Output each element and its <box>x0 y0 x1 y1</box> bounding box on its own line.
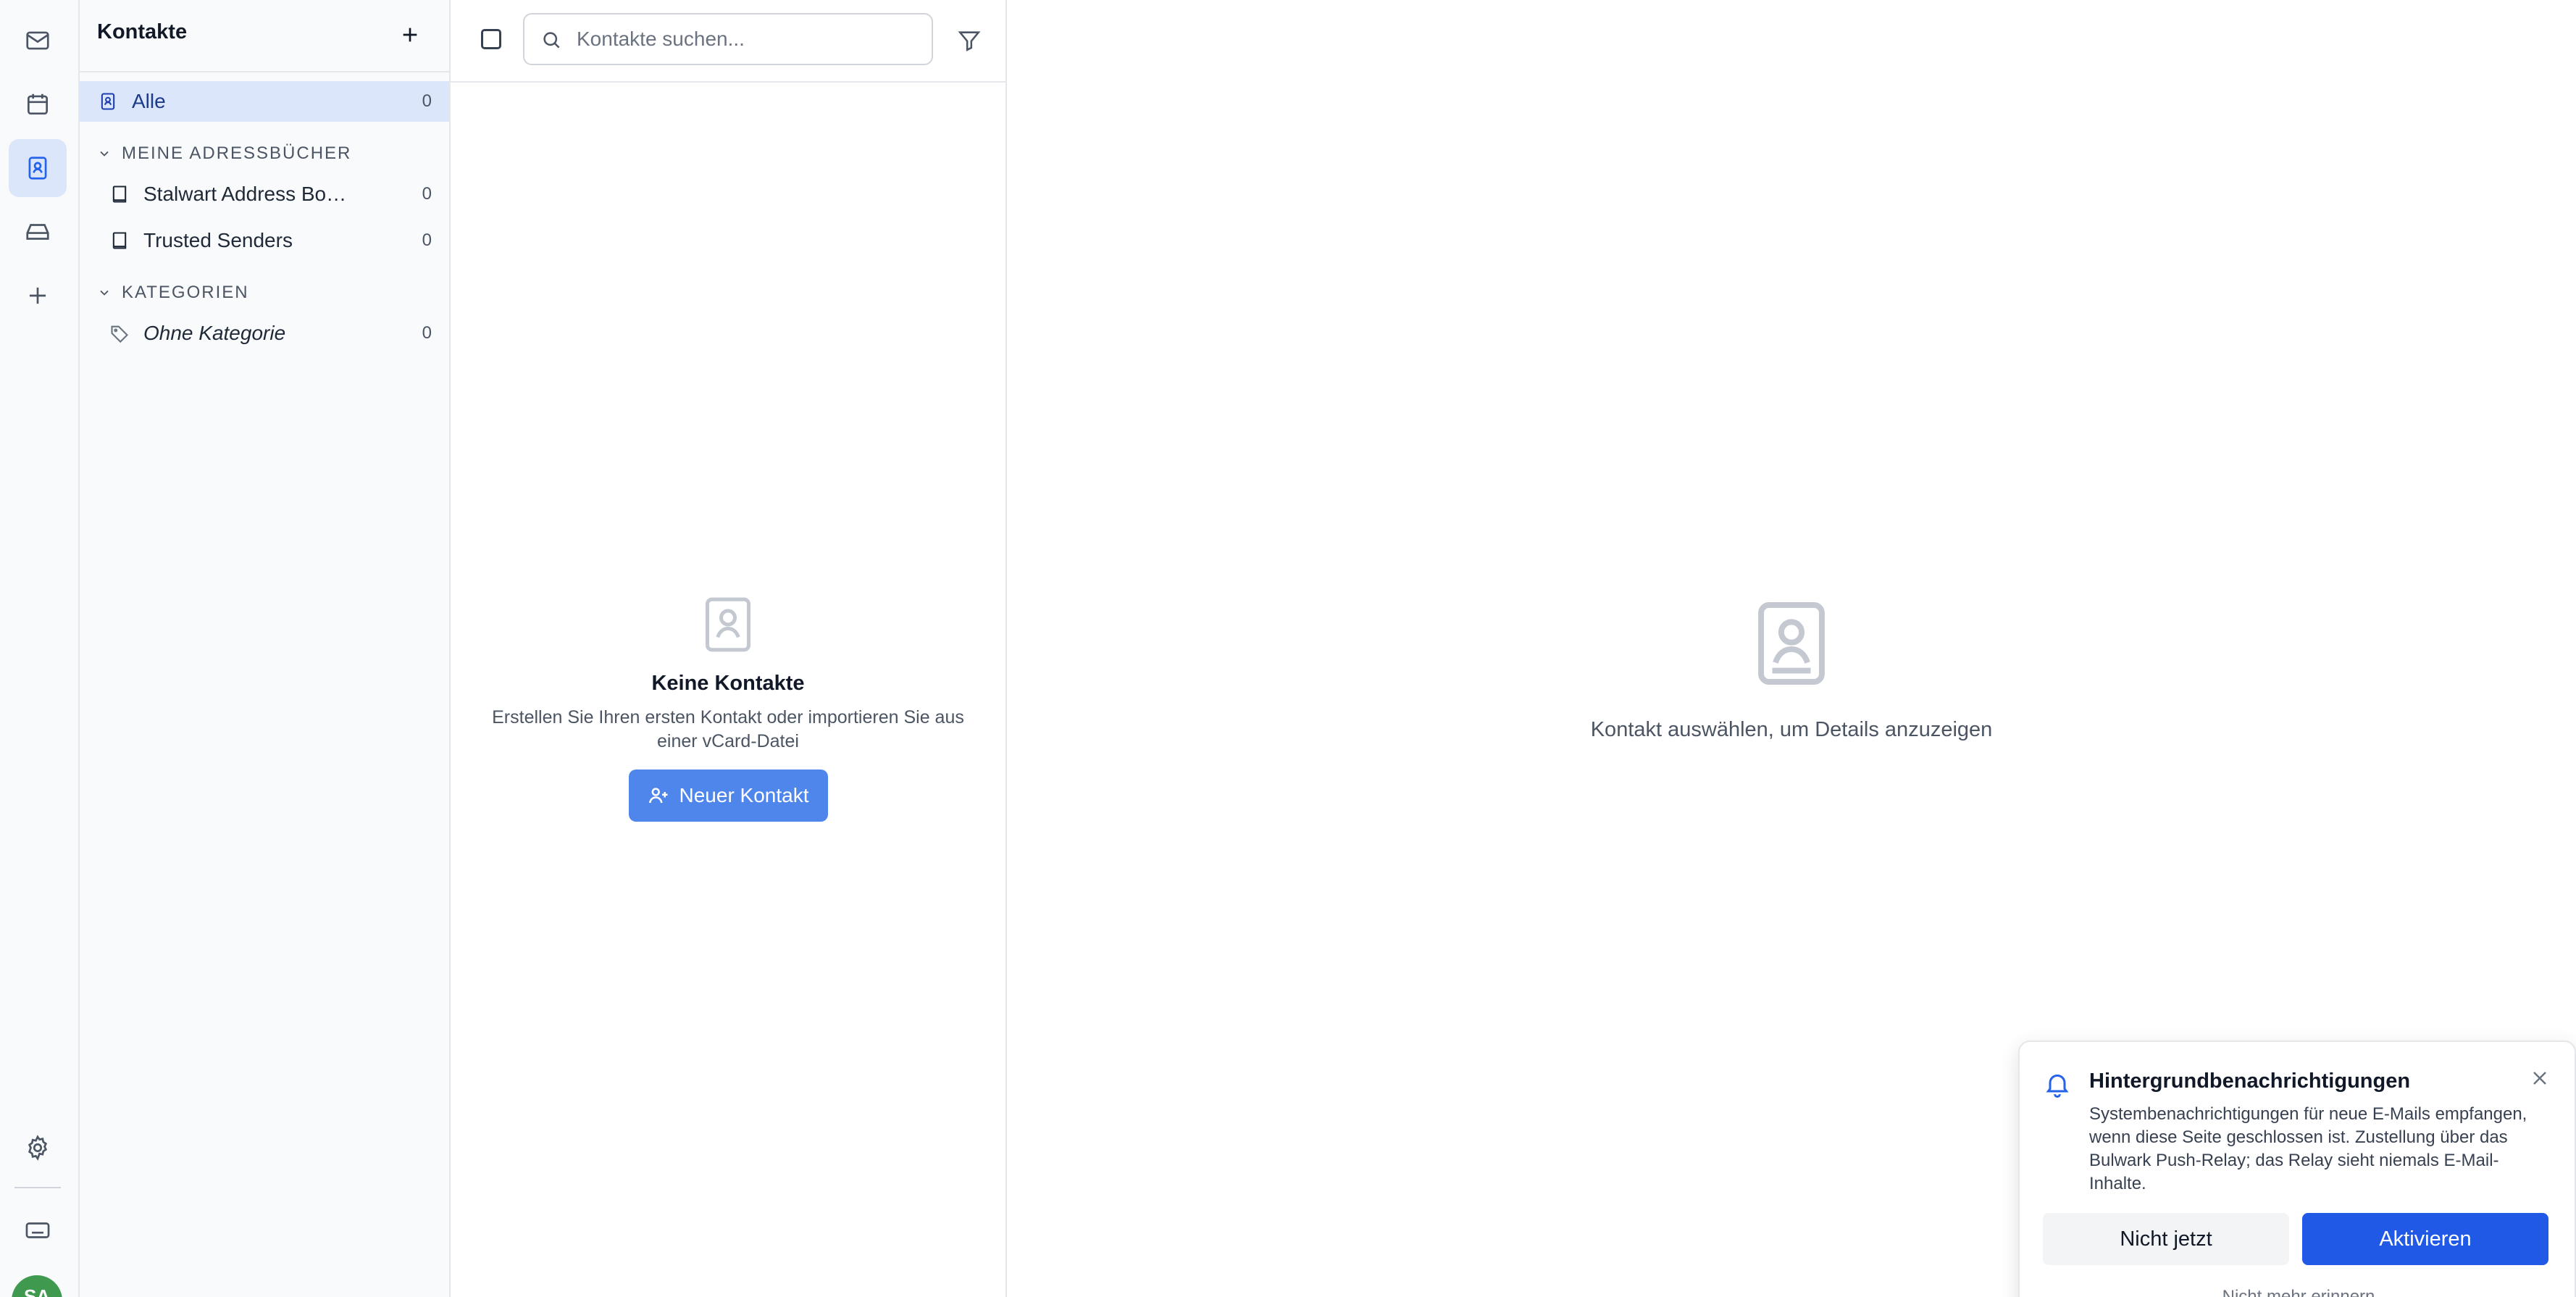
sidebar-item-count: 0 <box>422 230 432 250</box>
sidebar-item-label: Ohne Kategorie <box>143 322 286 344</box>
dont-remind-link[interactable]: Nicht mehr erinnern <box>2020 1287 2576 1297</box>
calendar-nav-button[interactable] <box>9 75 67 133</box>
settings-button[interactable] <box>9 1119 67 1177</box>
drive-icon <box>26 224 49 240</box>
book-icon <box>109 183 130 205</box>
sidebar-item-stalwart-address-book[interactable]: Stalwart Address Book (admin) 0 <box>80 174 449 214</box>
sidebar-item-count: 0 <box>422 323 432 343</box>
detail-empty-text: Kontakt auswählen, um Details anzuzeigen <box>1590 718 1993 741</box>
contacts-icon <box>1758 602 1825 685</box>
rail-divider <box>14 1187 61 1188</box>
mail-icon <box>26 31 49 50</box>
section-toggle-categories[interactable]: KATEGORIEN <box>97 278 249 307</box>
chevron-down-icon <box>100 151 109 157</box>
add-user-icon <box>648 788 667 804</box>
new-contact-button[interactable]: Neuer Kontakt <box>628 770 828 822</box>
empty-title: Keine Kontakte <box>651 672 805 695</box>
contacts-icon <box>97 91 119 112</box>
filter-icon <box>958 31 981 51</box>
sidebar-item-label: Alle <box>132 90 166 112</box>
gear-icon <box>28 1135 48 1161</box>
sidebar-item-label: Stalwart Address Book (admin) <box>143 183 355 205</box>
contacts-sidebar: Kontakte Alle 0 MEINE ADRESSBÜCHER Stalw… <box>80 0 451 1297</box>
select-all-checkbox[interactable] <box>481 29 501 49</box>
chevron-down-icon <box>100 290 109 296</box>
plus-icon <box>403 28 417 42</box>
tag-icon <box>109 322 130 344</box>
add-app-button[interactable] <box>9 267 67 325</box>
sidebar-item-count: 0 <box>422 184 432 204</box>
notification-message: Systembenachrichtigungen für neue E-Mail… <box>2089 1104 2527 1193</box>
plus-icon <box>29 287 46 304</box>
keyboard-shortcuts-button[interactable] <box>9 1201 67 1259</box>
not-now-button[interactable]: Nicht jetzt <box>2043 1213 2289 1265</box>
sidebar-item-uncategorized[interactable]: Ohne Kategorie 0 <box>80 313 449 354</box>
book-icon <box>109 230 130 251</box>
bell-icon <box>2046 1074 2069 1098</box>
keyboard-icon <box>25 1222 50 1238</box>
avatar[interactable]: SA <box>12 1275 62 1297</box>
section-toggle-address-books[interactable]: MEINE ADRESSBÜCHER <box>97 139 351 168</box>
new-contact-label: Neuer Kontakt <box>679 784 809 806</box>
close-icon[interactable] <box>2528 1067 2551 1090</box>
activate-button[interactable]: Aktivieren <box>2302 1213 2548 1265</box>
empty-state: Keine Kontakte Erstellen Sie Ihren erste… <box>451 594 1005 822</box>
notification-title: Hintergrundbenachrichtigungen <box>2089 1069 2411 1093</box>
sidebar-item-count: 0 <box>422 91 432 111</box>
sidebar-title: Kontakte <box>97 20 188 43</box>
contacts-nav-button[interactable] <box>9 139 67 197</box>
mail-nav-button[interactable] <box>9 12 67 70</box>
contacts-icon <box>705 597 751 652</box>
sidebar-item-all[interactable]: Alle 0 <box>80 81 449 122</box>
app-rail: SA <box>0 0 80 1297</box>
section-title: KATEGORIEN <box>122 283 249 302</box>
section-title: MEINE ADRESSBÜCHER <box>122 143 352 163</box>
contact-list-pane: Keine Kontakte Erstellen Sie Ihren erste… <box>451 0 1007 1297</box>
add-address-book-button[interactable] <box>391 16 429 54</box>
filter-button[interactable] <box>950 22 988 59</box>
search-icon <box>543 32 560 49</box>
empty-description: Erstellen Sie Ihren ersten Kontakt oder … <box>492 707 964 751</box>
search-box <box>523 13 933 65</box>
list-toolbar <box>451 0 1005 83</box>
sidebar-header: Kontakte <box>80 0 449 72</box>
drive-nav-button[interactable] <box>9 203 67 261</box>
sidebar-item-trusted-senders[interactable]: Trusted Senders 0 <box>80 220 449 261</box>
background-notifications-prompt: Hintergrundbenachrichtigungen Systembena… <box>2018 1040 2576 1297</box>
search-input[interactable] <box>577 25 917 54</box>
detail-empty-state: Kontakt auswählen, um Details anzuzeigen <box>1007 599 2576 742</box>
contacts-icon <box>28 157 47 180</box>
calendar-icon <box>27 93 49 115</box>
sidebar-item-label: Trusted Senders <box>143 229 293 251</box>
